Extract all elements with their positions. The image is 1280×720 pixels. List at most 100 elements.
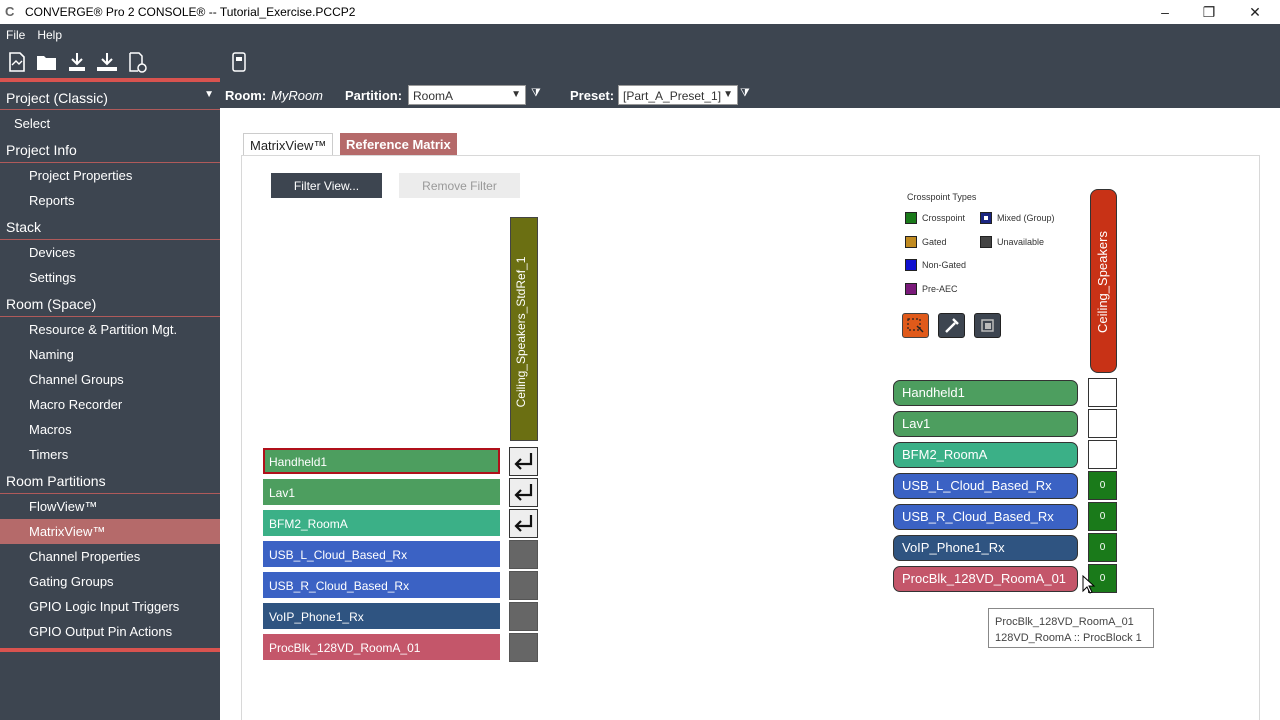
tooltip-line-1: ProcBlk_128VD_RoomA_01 — [995, 616, 1134, 628]
sidebar: Project (Classic) ▼ Select Project Info Pr… — [0, 82, 220, 720]
tools-icon[interactable] — [938, 313, 965, 338]
crosspoint-cell[interactable] — [509, 447, 538, 476]
sidebar-section-project-info[interactable]: Project Info — [0, 136, 220, 162]
matrix-column-header[interactable]: Ceiling_Speakers_StdRef_1 — [510, 217, 538, 441]
sidebar-bottom-accent — [0, 648, 220, 652]
sidebar-header[interactable]: Project (Classic) ▼ — [0, 84, 220, 110]
crosspoint-cell[interactable] — [1088, 409, 1117, 438]
crosspoint-cell[interactable] — [1088, 440, 1117, 469]
sidebar-filter-icon[interactable]: ▼ — [204, 89, 214, 100]
matrix-row-label[interactable]: Lav1 — [263, 479, 500, 505]
menu-file[interactable]: File — [0, 24, 31, 46]
download-icon[interactable] — [62, 48, 92, 76]
menu-help[interactable]: Help — [31, 24, 68, 46]
tab-reference-matrix[interactable]: Reference Matrix — [340, 133, 457, 155]
toolbar-icons — [2, 48, 254, 76]
crosspoint-cell[interactable] — [509, 509, 538, 538]
column-label: Ceiling_Speakers_StdRef_1 — [514, 256, 528, 408]
partition-label: Partition: — [345, 88, 403, 103]
sidebar-item-channel-properties[interactable]: Channel Properties — [0, 544, 220, 569]
select-area-icon[interactable] — [902, 313, 929, 338]
crosspoint-cell[interactable]: 0 — [1088, 471, 1117, 500]
legend-swatch — [905, 259, 917, 271]
tooltip-line-2: 128VD_RoomA :: ProcBlock 1 — [995, 632, 1142, 644]
preset-select-value: [Part_A_Preset_1] — [623, 89, 722, 103]
filter-view-button[interactable]: Filter View... — [271, 173, 382, 198]
matrix-row-label[interactable]: USB_R_Cloud_Based_Rx — [893, 504, 1078, 530]
crosspoint-cell[interactable] — [1088, 378, 1117, 407]
legend-label: Gated — [922, 237, 947, 247]
download-all-icon[interactable] — [92, 48, 122, 76]
crosspoint-cell[interactable] — [509, 540, 538, 569]
sidebar-item-reports[interactable]: Reports — [0, 188, 220, 213]
crosspoint-cell[interactable]: 0 — [1088, 502, 1117, 531]
matrix-row-label[interactable]: VoIP_Phone1_Rx — [893, 535, 1078, 561]
sidebar-item-macros[interactable]: Macros — [0, 417, 220, 442]
room-label: Room: — [225, 88, 267, 103]
chevron-down-icon: ▼ — [511, 89, 521, 100]
sidebar-section-room-space-[interactable]: Room (Space) — [0, 290, 220, 316]
chevron-down-icon: ▼ — [723, 89, 733, 100]
partition-select-value: RoomA — [413, 89, 454, 103]
matrix-row-label[interactable]: ProcBlk_128VD_RoomA_01 — [263, 634, 500, 660]
new-project-icon[interactable] — [2, 48, 32, 76]
matrix-row-label[interactable]: BFM2_RoomA — [263, 510, 500, 536]
route-return-icon — [514, 453, 533, 470]
legend-swatch — [905, 283, 917, 295]
crosspoint-cell[interactable] — [509, 571, 538, 600]
sidebar-section-room-partitions[interactable]: Room Partitions — [0, 467, 220, 493]
open-folder-icon[interactable] — [32, 48, 62, 76]
sidebar-item-macro-recorder[interactable]: Macro Recorder — [0, 392, 220, 417]
sidebar-item-gpio-logic-input-triggers[interactable]: GPIO Logic Input Triggers — [0, 594, 220, 619]
tooltip: ProcBlk_128VD_RoomA_01 128VD_RoomA :: Pr… — [988, 608, 1154, 648]
sidebar-item-flowview-[interactable]: FlowView™ — [0, 494, 220, 519]
restore-button[interactable]: ❐ — [1186, 0, 1232, 24]
title-bar: C CONVERGE® Pro 2 CONSOLE® -- Tutorial_E… — [0, 0, 1280, 24]
matrix-row-label[interactable]: ProcBlk_128VD_RoomA_01 — [893, 566, 1078, 592]
sidebar-section-stack[interactable]: Stack — [0, 213, 220, 239]
legend-label: Unavailable — [997, 237, 1045, 247]
sidebar-item-matrixview-[interactable]: MatrixView™ — [0, 519, 220, 544]
matrix-row-label[interactable]: Handheld1 — [893, 380, 1078, 406]
matrix-row-label[interactable]: VoIP_Phone1_Rx — [263, 603, 500, 629]
legend-item: Gated — [905, 236, 947, 248]
matrix-row-label[interactable]: Handheld1 — [263, 448, 500, 474]
sidebar-header-label: Project (Classic) — [6, 90, 108, 106]
partition-filter-icon[interactable]: ⧩ — [531, 87, 543, 101]
remove-filter-button[interactable]: Remove Filter — [399, 173, 520, 198]
preset-select[interactable]: [Part_A_Preset_1] ▼ — [618, 85, 738, 105]
preset-filter-icon[interactable]: ⧩ — [740, 87, 752, 101]
legend-item: Non-Gated — [905, 259, 966, 271]
crosspoint-cell[interactable]: 0 — [1088, 533, 1117, 562]
matrix-row-label[interactable]: Lav1 — [893, 411, 1078, 437]
crosspoint-cell[interactable] — [509, 633, 538, 662]
matrix-row-label[interactable]: USB_L_Cloud_Based_Rx — [893, 473, 1078, 499]
minimize-button[interactable]: – — [1142, 0, 1188, 24]
sidebar-item-channel-groups[interactable]: Channel Groups — [0, 367, 220, 392]
sidebar-item-gpio-output-pin-actions[interactable]: GPIO Output Pin Actions — [0, 619, 220, 644]
right-matrix-column-header[interactable]: Ceiling_Speakers — [1090, 189, 1117, 373]
sidebar-item-devices[interactable]: Devices — [0, 240, 220, 265]
tab-matrixview[interactable]: MatrixView™ — [243, 133, 334, 155]
close-button[interactable]: ✕ — [1232, 0, 1278, 24]
partition-select[interactable]: RoomA ▼ — [408, 85, 526, 105]
sidebar-item-gating-groups[interactable]: Gating Groups — [0, 569, 220, 594]
matrix-row-label[interactable]: USB_L_Cloud_Based_Rx — [263, 541, 500, 567]
sidebar-item-settings[interactable]: Settings — [0, 265, 220, 290]
sidebar-item-select[interactable]: Select — [0, 111, 220, 136]
device-icon[interactable] — [224, 48, 254, 76]
copy-grid-icon[interactable] — [974, 313, 1001, 338]
matrix-row-label[interactable]: USB_R_Cloud_Based_Rx — [263, 572, 500, 598]
sidebar-item-resource-partition-mgt-[interactable]: Resource & Partition Mgt. — [0, 317, 220, 342]
crosspoint-cell[interactable] — [509, 602, 538, 631]
matrix-row-label[interactable]: BFM2_RoomA — [893, 442, 1078, 468]
legend-label: Pre-AEC — [922, 284, 958, 294]
legend-swatch — [980, 236, 992, 248]
disconnect-icon[interactable] — [122, 48, 152, 76]
legend-item: Unavailable — [980, 236, 1044, 248]
window-title: CONVERGE® Pro 2 CONSOLE® -- Tutorial_Exe… — [25, 5, 356, 19]
sidebar-item-project-properties[interactable]: Project Properties — [0, 163, 220, 188]
sidebar-item-timers[interactable]: Timers — [0, 442, 220, 467]
crosspoint-cell[interactable] — [509, 478, 538, 507]
sidebar-item-naming[interactable]: Naming — [0, 342, 220, 367]
